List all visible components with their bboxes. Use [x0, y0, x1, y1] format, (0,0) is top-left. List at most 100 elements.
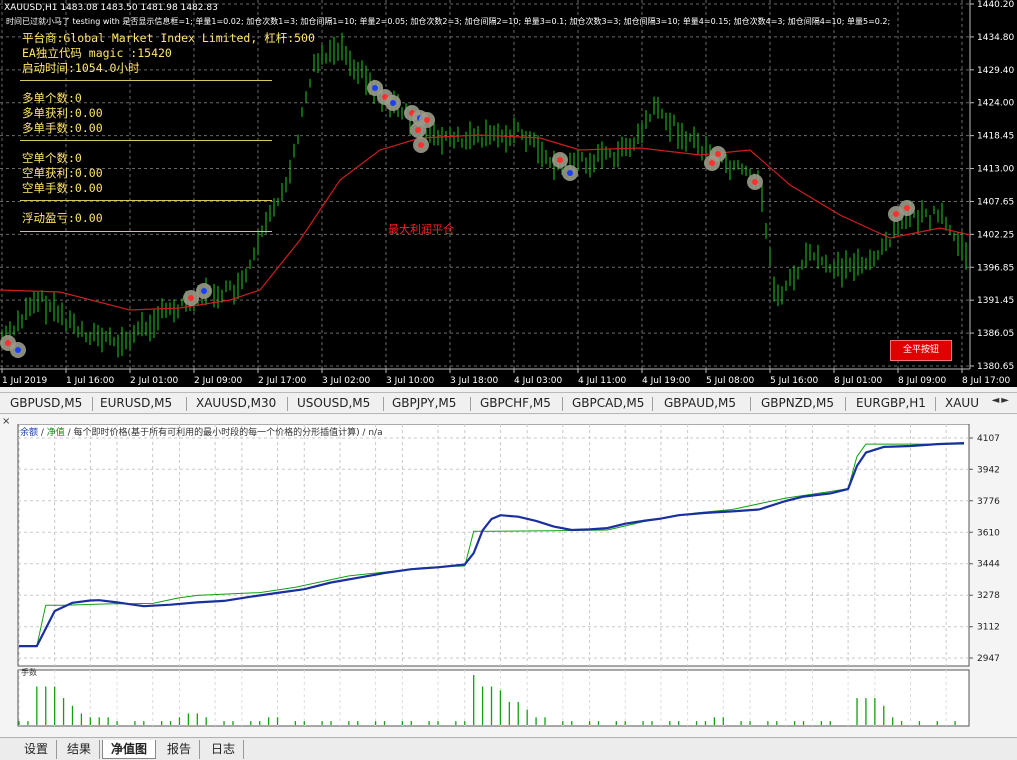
tab-divider: [470, 397, 471, 411]
ea-short-profit: 空单获利:0.00: [22, 166, 103, 180]
price-axis-label: 1429.40: [977, 66, 1014, 76]
chart-info-line: XAUUSD,H1 1483.08 1483.50 1481.98 1482.8…: [4, 3, 218, 13]
time-axis-label: 4 Jul 19:00: [642, 376, 691, 386]
volume-label: 手数: [21, 668, 37, 677]
time-axis-label: 1 Jul 2019: [2, 376, 47, 386]
equity-chart[interactable]: 4107394237763610344432783112294704811151…: [16, 424, 1017, 727]
ea-floating-pnl: 浮动盈亏:0.00: [22, 211, 103, 225]
symbol-tab[interactable]: USOUSD,M5: [297, 396, 370, 410]
close-all-button[interactable]: 全平按钮: [890, 340, 952, 361]
equity-y-label: 2947: [977, 654, 1000, 664]
ea-divider: [20, 231, 272, 232]
volume-plot-area: [17, 669, 970, 727]
price-axis-label: 1434.80: [977, 33, 1014, 43]
trade-marker-dot: [715, 151, 721, 157]
equity-y-label: 3776: [977, 497, 1000, 507]
tab-divider: [845, 397, 846, 411]
chart-comment-line: 时间已过就小马了 testing with 是否显示信息框=1; 单量1=0.0…: [6, 17, 891, 26]
ea-long-count: 多单个数:0: [22, 91, 82, 105]
strategy-tester-panel: × 测试 41073942377636103444327831122947048…: [0, 415, 1017, 760]
trade-marker-dot: [567, 170, 573, 176]
equity-y-label: 3610: [977, 528, 1000, 538]
ea-magic: EA独立代码 magic :15420: [22, 46, 172, 60]
equity-y-label: 4107: [977, 434, 1000, 444]
price-axis-label: 1418.45: [977, 132, 1014, 142]
time-axis-label: 3 Jul 18:00: [450, 376, 499, 386]
tester-tab-bar: 设置 结果 净值图 报告 日志: [0, 737, 1017, 760]
legend-description: / 每个即时价格(基于所有可利用的最小时段的每一个价格的分形插值计算) / n/…: [64, 428, 383, 438]
symbol-tab-bar: GBPUSD,M5 EURUSD,M5 XAUUSD,M30 USOUSD,M5…: [0, 392, 1017, 414]
tab-divider: [92, 397, 93, 411]
tab-divider: [287, 397, 288, 411]
symbol-tab[interactable]: GBPNZD,M5: [761, 396, 834, 410]
time-axis-label: 5 Jul 16:00: [770, 376, 819, 386]
time-axis-label: 2 Jul 09:00: [194, 376, 243, 386]
equity-chart-title: 余额 / 净值 / 每个即时价格(基于所有可利用的最小时段的每一个价格的分形插值…: [20, 425, 383, 438]
symbol-tab[interactable]: GBPCHF,M5: [480, 396, 551, 410]
trade-marker-dot: [5, 340, 11, 346]
symbol-tab[interactable]: XAUUSD,M30: [196, 396, 276, 410]
equity-y-label: 3942: [977, 465, 1000, 475]
price-axis-label: 1413.00: [977, 165, 1014, 175]
symbol-tab[interactable]: GBPCAD,M5: [572, 396, 644, 410]
time-axis-label: 2 Jul 17:00: [258, 376, 307, 386]
price-axis-label: 1440.20: [977, 0, 1014, 10]
tab-divider: [750, 397, 751, 411]
ea-platform: 平台商:Global Market Index Limited, 杠杆:500: [22, 31, 315, 45]
price-axis-label: 1380.65: [977, 362, 1014, 372]
trade-marker-dot: [415, 127, 421, 133]
price-axis-label: 1424.00: [977, 99, 1014, 109]
moving-average-line: [0, 134, 971, 311]
equity-y-label: 3444: [977, 560, 1000, 570]
time-axis-label: 8 Jul 01:00: [834, 376, 883, 386]
time-axis-label: 3 Jul 10:00: [386, 376, 435, 386]
time-axis-label: 3 Jul 02:00: [322, 376, 371, 386]
tab-settings[interactable]: 设置: [16, 740, 58, 759]
ea-long-profit: 多单获利:0.00: [22, 106, 103, 120]
trade-marker-dot: [188, 295, 194, 301]
symbol-tab[interactable]: GBPUSD,M5: [10, 396, 82, 410]
tab-divider: [562, 397, 563, 411]
tab-report[interactable]: 报告: [159, 740, 201, 759]
time-axis-label: 8 Jul 09:00: [898, 376, 947, 386]
tab-divider: [383, 397, 384, 411]
trade-marker-dot: [201, 288, 207, 294]
symbol-tab[interactable]: GBPJPY,M5: [392, 396, 456, 410]
legend-separator: /: [38, 428, 47, 438]
symbol-tab[interactable]: EURGBP,H1: [856, 396, 926, 410]
tab-divider: [935, 397, 936, 411]
time-axis-label: 1 Jul 16:00: [66, 376, 115, 386]
tab-divider: [186, 397, 187, 411]
symbol-tab[interactable]: EURUSD,M5: [100, 396, 172, 410]
trade-marker-dot: [893, 211, 899, 217]
time-axis-label: 2 Jul 01:00: [130, 376, 179, 386]
symbol-tab[interactable]: GBPAUD,M5: [664, 396, 736, 410]
price-axis-label: 1391.45: [977, 296, 1014, 306]
equity-plot-area: [17, 424, 970, 667]
time-axis-label: 4 Jul 11:00: [578, 376, 627, 386]
legend-balance: 余额: [20, 428, 39, 438]
tab-divider: [652, 397, 653, 411]
price-axis-label: 1407.65: [977, 197, 1014, 207]
price-axis-label: 1396.85: [977, 263, 1014, 273]
ea-divider: [20, 80, 272, 81]
ea-long-lots: 多单手数:0.00: [22, 121, 103, 135]
ea-divider: [20, 140, 272, 141]
price-axis-label: 1386.05: [977, 329, 1014, 339]
time-axis-label: 5 Jul 08:00: [706, 376, 755, 386]
legend-equity: 净值: [46, 428, 65, 438]
trade-marker-dot: [904, 205, 910, 211]
ea-short-count: 空单个数:0: [22, 151, 82, 165]
tab-scroll-arrows-icon[interactable]: ◄►: [992, 395, 1011, 406]
trade-marker-dot: [372, 85, 378, 91]
tab-equity-graph[interactable]: 净值图: [102, 740, 157, 759]
symbol-tab[interactable]: XAUU: [945, 396, 979, 410]
price-chart[interactable]: 1440.20 1434.80 1429.40 1424.00 1418.45 1413.…: [0, 0, 1017, 387]
close-icon[interactable]: ×: [2, 416, 10, 427]
tab-results[interactable]: 结果: [59, 740, 101, 759]
ea-short-lots: 空单手数:0.00: [22, 181, 103, 195]
price-axis-label: 1402.25: [977, 230, 1014, 240]
tab-journal[interactable]: 日志: [203, 740, 245, 759]
equity-y-label: 3278: [977, 591, 1000, 601]
trade-marker-dot: [390, 100, 396, 106]
